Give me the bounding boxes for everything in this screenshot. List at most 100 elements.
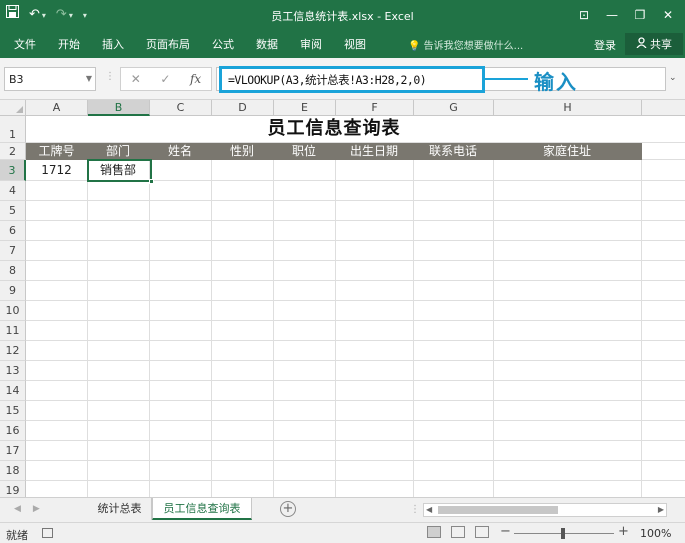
page-break-view-icon[interactable] xyxy=(475,526,489,538)
tab-file[interactable]: 文件 xyxy=(14,36,36,52)
expand-formula-icon[interactable]: ⌄ xyxy=(669,73,677,83)
zoom-in-icon[interactable]: + xyxy=(618,524,629,539)
row-header-4[interactable]: 4 xyxy=(0,181,26,201)
normal-view-icon[interactable] xyxy=(427,526,441,538)
gridline xyxy=(26,300,685,301)
row-header-5[interactable]: 5 xyxy=(0,201,26,221)
header-cell-badge-no[interactable]: 工牌号 xyxy=(26,143,87,160)
column-header-d[interactable]: D xyxy=(212,100,274,116)
gridline xyxy=(26,280,685,281)
splitter-dots-icon[interactable]: ⋮ xyxy=(410,504,420,515)
tab-formulas[interactable]: 公式 xyxy=(212,36,234,52)
status-text: 就绪 xyxy=(6,529,28,542)
column-header-overflow[interactable] xyxy=(642,100,685,116)
sheet-tab-summary[interactable]: 统计总表 xyxy=(88,498,152,520)
fill-handle[interactable] xyxy=(149,179,154,184)
ribbon-display-icon[interactable]: ⊡ xyxy=(571,4,597,26)
window-controls: ⊡ — ❐ ✕ xyxy=(571,4,681,26)
column-header-b[interactable]: B xyxy=(88,100,150,116)
restore-icon[interactable]: ❐ xyxy=(627,4,653,26)
row-header-12[interactable]: 12 xyxy=(0,341,26,361)
header-cell-birth-date[interactable]: 出生日期 xyxy=(335,143,413,160)
scrollbar-thumb[interactable] xyxy=(438,506,558,514)
tab-review[interactable]: 审阅 xyxy=(300,36,322,52)
cell-grid[interactable]: 员工信息查询表 工牌号 部门 姓名 性别 职位 出生日期 联系电话 家庭住址 1… xyxy=(26,116,685,497)
column-header-g[interactable]: G xyxy=(414,100,494,116)
enter-icon[interactable]: ✓ xyxy=(160,72,170,86)
row-header-13[interactable]: 13 xyxy=(0,361,26,381)
cell-a3[interactable]: 1712 xyxy=(26,160,87,181)
close-icon[interactable]: ✕ xyxy=(655,4,681,26)
tab-home[interactable]: 开始 xyxy=(58,36,80,52)
page-layout-view-icon[interactable] xyxy=(451,526,465,538)
gridline xyxy=(26,220,685,221)
gridline xyxy=(26,420,685,421)
chevron-down-icon[interactable]: ▼ xyxy=(86,74,92,83)
row-header-3[interactable]: 3 xyxy=(0,160,26,181)
callout-line xyxy=(485,78,528,80)
tell-me-text: 告诉我您想要做什么... xyxy=(423,41,524,52)
row-header-18[interactable]: 18 xyxy=(0,461,26,481)
header-cell-gender[interactable]: 性别 xyxy=(211,143,273,160)
sheet-nav: ◀ ▶ xyxy=(14,504,40,514)
status-bar: 就绪 − + 100% xyxy=(0,522,685,543)
row-header-7[interactable]: 7 xyxy=(0,241,26,261)
cancel-icon[interactable]: ✕ xyxy=(131,72,141,86)
view-buttons xyxy=(427,526,489,538)
sheet-title-cell[interactable]: 员工信息查询表 xyxy=(26,116,642,142)
worksheet[interactable]: A B C D E F G H 1 2 3 4 5 6 7 8 9 10 11 … xyxy=(0,100,685,497)
row-header-15[interactable]: 15 xyxy=(0,401,26,421)
tab-view[interactable]: 视图 xyxy=(344,36,366,52)
sheet-tabs-bar: ◀ ▶ 统计总表 员工信息查询表 + ⋮ ◀ ▶ xyxy=(0,497,685,522)
scroll-left-arrow-icon[interactable]: ◀ xyxy=(426,504,432,516)
horizontal-scrollbar[interactable]: ◀ ▶ xyxy=(423,503,667,517)
row-header-14[interactable]: 14 xyxy=(0,381,26,401)
column-header-e[interactable]: E xyxy=(274,100,336,116)
login-button[interactable]: 登录 xyxy=(594,37,616,53)
zoom-slider-thumb[interactable] xyxy=(561,528,565,539)
add-sheet-icon[interactable]: + xyxy=(280,501,296,517)
row-header-8[interactable]: 8 xyxy=(0,261,26,281)
column-header-c[interactable]: C xyxy=(150,100,212,116)
row-header-17[interactable]: 17 xyxy=(0,441,26,461)
scroll-right-icon[interactable]: ▶ xyxy=(33,504,40,514)
select-all-button[interactable] xyxy=(0,100,26,116)
row-header-19[interactable]: 19 xyxy=(0,481,26,497)
splitter-dots-icon[interactable]: ⋮ xyxy=(105,71,115,82)
title-bar: ↶ ▾ ↷ ▾ ▾ 员工信息统计表.xlsx - Excel ⊡ — ❐ ✕ xyxy=(0,0,685,30)
row-header-9[interactable]: 9 xyxy=(0,281,26,301)
insert-function-icon[interactable]: fx xyxy=(190,72,201,86)
column-header-a[interactable]: A xyxy=(26,100,88,116)
header-cell-phone[interactable]: 联系电话 xyxy=(413,143,493,160)
row-header-6[interactable]: 6 xyxy=(0,221,26,241)
share-button[interactable]: 共享 xyxy=(625,33,683,55)
header-cell-name[interactable]: 姓名 xyxy=(149,143,211,160)
column-header-h[interactable]: H xyxy=(494,100,642,116)
zoom-level[interactable]: 100% xyxy=(640,527,671,540)
column-header-f[interactable]: F xyxy=(336,100,414,116)
share-label: 共享 xyxy=(650,38,672,51)
name-box[interactable]: B3 ▼ xyxy=(4,67,96,91)
minimize-icon[interactable]: — xyxy=(599,4,625,26)
macro-record-icon[interactable] xyxy=(42,528,53,538)
header-cell-position[interactable]: 职位 xyxy=(273,143,335,160)
gridline xyxy=(26,200,685,201)
zoom-out-icon[interactable]: − xyxy=(500,524,511,539)
sheet-tab-lookup[interactable]: 员工信息查询表 xyxy=(152,498,252,520)
row-header-11[interactable]: 11 xyxy=(0,321,26,341)
tab-insert[interactable]: 插入 xyxy=(102,36,124,52)
row-header-16[interactable]: 16 xyxy=(0,421,26,441)
scroll-right-arrow-icon[interactable]: ▶ xyxy=(658,504,664,516)
row-header-1[interactable]: 1 xyxy=(0,116,26,143)
gridline xyxy=(26,260,685,261)
header-cell-address[interactable]: 家庭住址 xyxy=(493,143,641,160)
header-cell-department[interactable]: 部门 xyxy=(87,143,149,160)
scroll-left-icon[interactable]: ◀ xyxy=(14,504,21,514)
tell-me-box[interactable]: 💡 告诉我您想要做什么... xyxy=(408,37,523,52)
row-header-10[interactable]: 10 xyxy=(0,301,26,321)
tab-data[interactable]: 数据 xyxy=(256,36,278,52)
tab-page-layout[interactable]: 页面布局 xyxy=(146,36,190,52)
active-cell-border xyxy=(87,159,152,182)
user-icon xyxy=(636,37,647,51)
row-header-2[interactable]: 2 xyxy=(0,143,26,160)
